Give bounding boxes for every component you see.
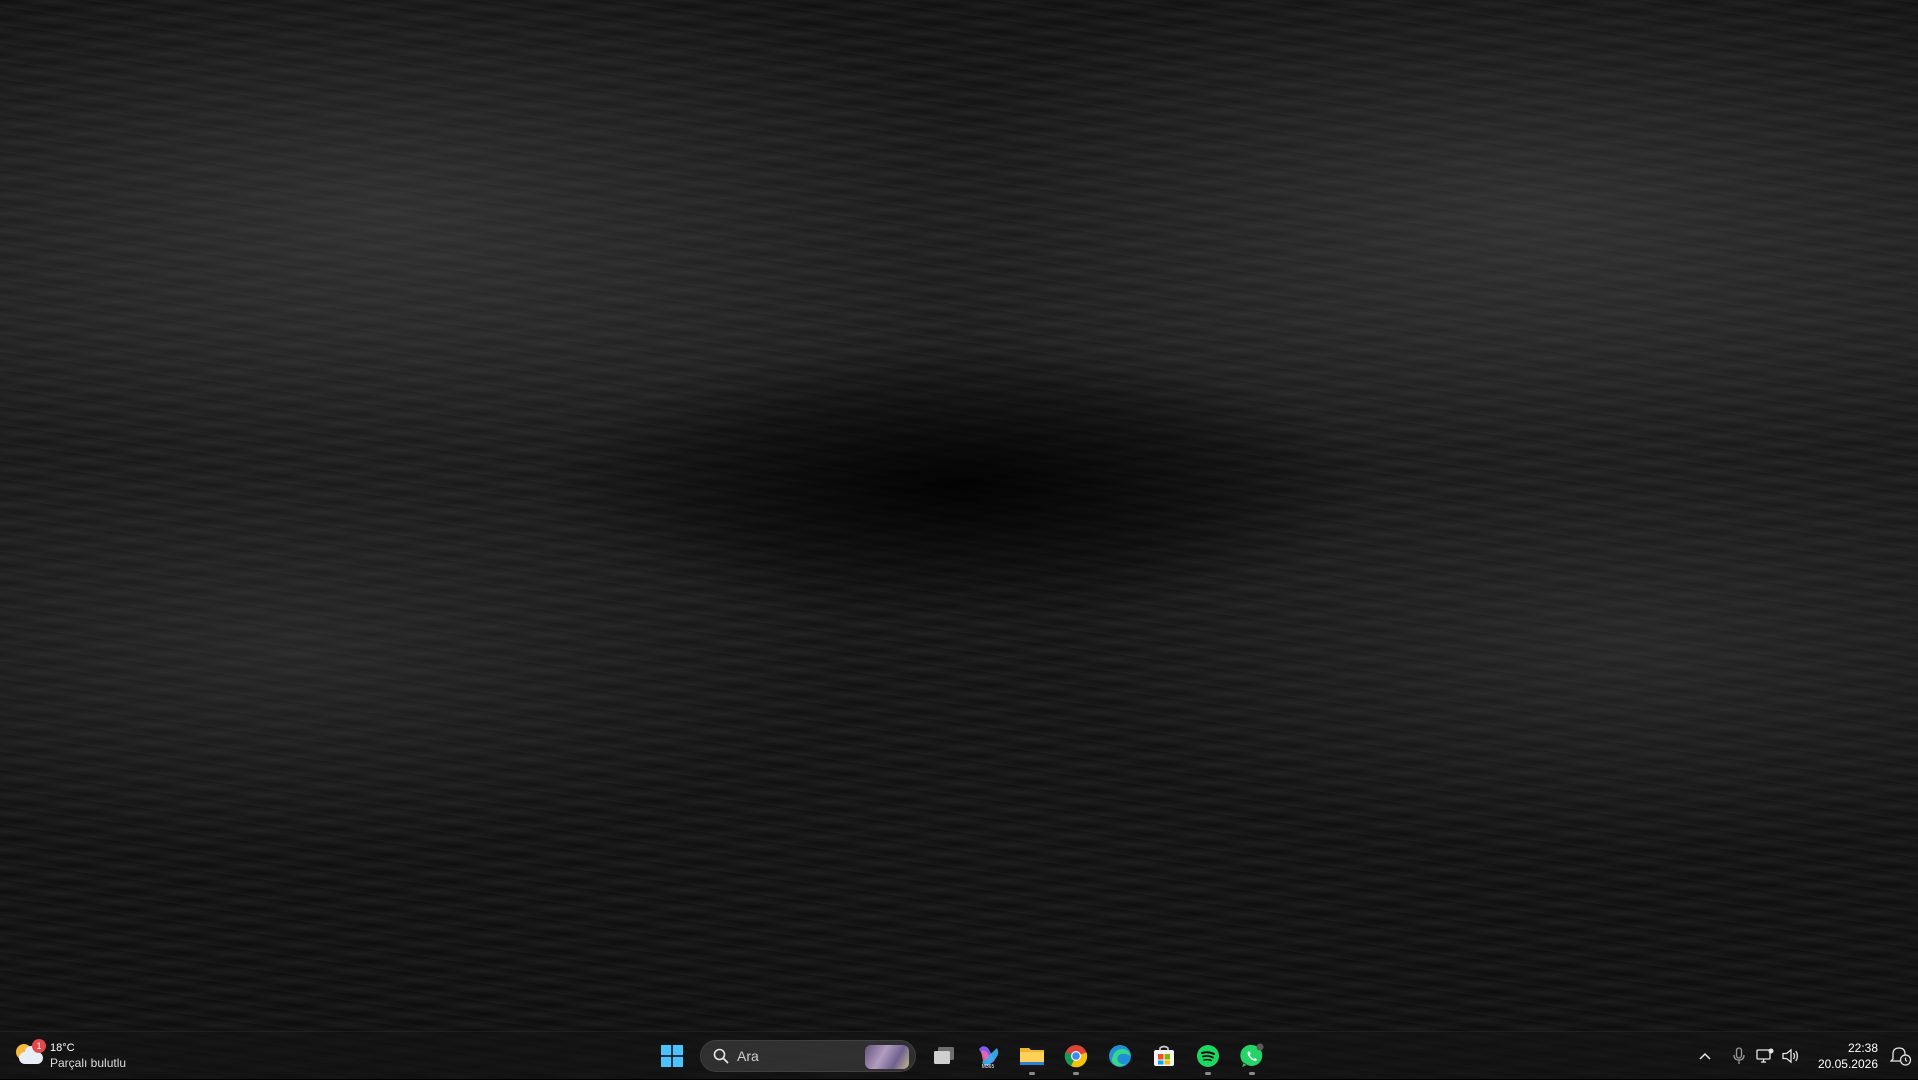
notification-icon (1890, 1046, 1912, 1066)
edge-icon (1108, 1044, 1132, 1068)
show-hidden-icons-button[interactable] (1692, 1036, 1718, 1076)
chevron-up-icon (1698, 1051, 1712, 1061)
store-button[interactable] (1144, 1036, 1184, 1076)
taskbar-center: Ara M365 (650, 1032, 1274, 1080)
notification-center-button[interactable] (1888, 1036, 1914, 1076)
microphone-icon (1733, 1047, 1745, 1065)
search-highlight-image (865, 1045, 909, 1069)
clock[interactable]: 22:38 20.05.2026 (1818, 1040, 1878, 1072)
weather-widget[interactable]: 1 18°C Parçalı bulutlu (14, 1038, 126, 1074)
start-button[interactable] (652, 1036, 692, 1076)
store-icon (1152, 1044, 1176, 1068)
m365-icon: M365 (975, 1043, 1001, 1069)
clock-time: 22:38 (1848, 1040, 1878, 1056)
search-placeholder: Ara (737, 1048, 759, 1064)
folder-icon (1019, 1045, 1045, 1067)
task-view-button[interactable] (924, 1036, 964, 1076)
desktop-wallpaper (0, 0, 1918, 1079)
search-box[interactable]: Ara (700, 1040, 916, 1072)
m365-button[interactable]: M365 (968, 1036, 1008, 1076)
taskbar: 1 18°C Parçalı bulutlu Ara (0, 1031, 1918, 1079)
windows-logo-icon (661, 1045, 683, 1067)
search-icon (713, 1048, 729, 1064)
partly-cloudy-icon: 1 (14, 1041, 44, 1071)
edge-button[interactable] (1100, 1036, 1140, 1076)
volume-button[interactable] (1778, 1036, 1804, 1076)
chrome-icon (1064, 1044, 1088, 1068)
task-view-icon (932, 1046, 956, 1066)
weather-temperature: 18°C (50, 1041, 126, 1056)
clock-date: 20.05.2026 (1818, 1056, 1878, 1072)
spotify-button[interactable] (1188, 1036, 1228, 1076)
file-explorer-button[interactable] (1012, 1036, 1052, 1076)
spotify-icon (1196, 1044, 1220, 1068)
network-button[interactable] (1752, 1036, 1778, 1076)
system-tray: 22:38 20.05.2026 (1692, 1032, 1918, 1080)
weather-condition: Parçalı bulutlu (50, 1056, 126, 1071)
microphone-button[interactable] (1726, 1036, 1752, 1076)
whatsapp-button[interactable] (1232, 1036, 1272, 1076)
weather-badge: 1 (32, 1039, 46, 1053)
whatsapp-icon (1239, 1043, 1265, 1069)
network-icon (1756, 1048, 1774, 1064)
svg-text:M365: M365 (982, 1064, 995, 1069)
volume-icon (1782, 1048, 1800, 1064)
chrome-button[interactable] (1056, 1036, 1096, 1076)
